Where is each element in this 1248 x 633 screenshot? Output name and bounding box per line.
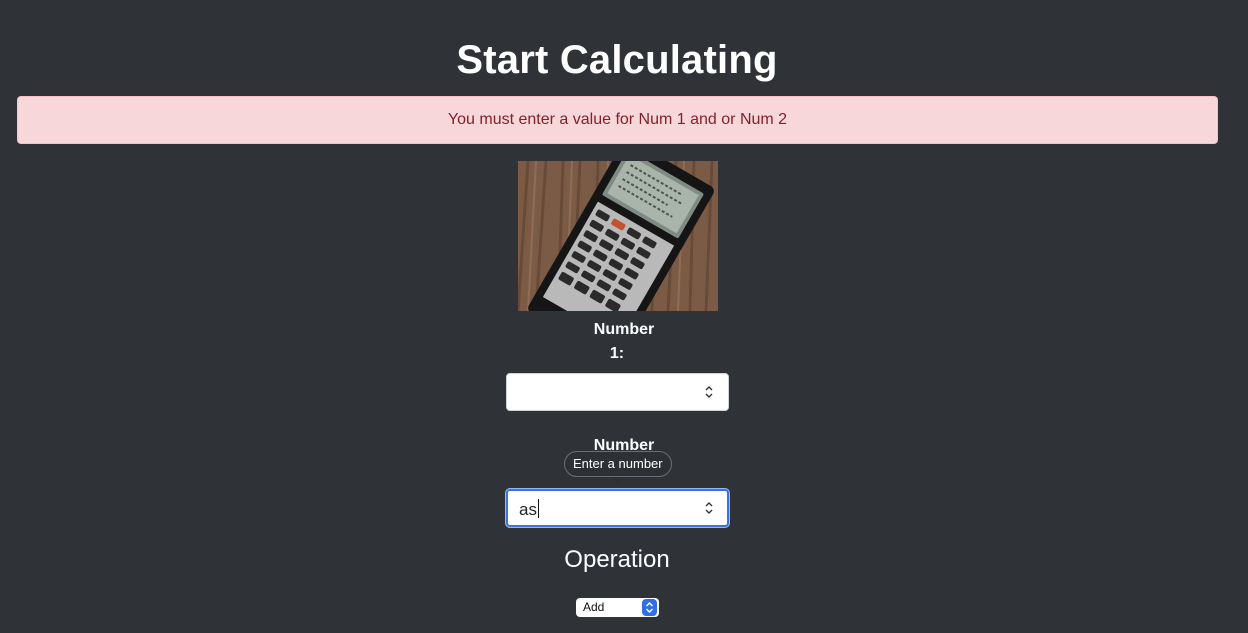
calculator-photo bbox=[518, 161, 718, 311]
spinner-arrows-icon[interactable] bbox=[703, 500, 715, 516]
num1-label-line1: Number bbox=[593, 321, 655, 338]
page-title: Start Calculating bbox=[456, 38, 778, 82]
validation-tooltip: Enter a number bbox=[564, 451, 672, 477]
operation-select[interactable]: Add bbox=[576, 598, 659, 617]
select-arrows-icon bbox=[642, 599, 657, 616]
num2-input-value: as bbox=[519, 499, 539, 520]
text-caret bbox=[537, 499, 539, 518]
num1-label-line2: 1: bbox=[609, 345, 625, 362]
num2-input[interactable]: as bbox=[506, 489, 729, 527]
calculator-page: Start Calculating You must enter a value… bbox=[0, 0, 1248, 633]
error-alert: You must enter a value for Num 1 and or … bbox=[17, 96, 1218, 144]
num2-input-text: as bbox=[519, 500, 537, 519]
calculator-illustration bbox=[518, 161, 718, 311]
operation-select-value: Add bbox=[583, 600, 605, 614]
num1-input[interactable] bbox=[506, 373, 729, 411]
error-alert-message: You must enter a value for Num 1 and or … bbox=[447, 111, 788, 128]
num1-label: Number 1: bbox=[584, 318, 664, 366]
operation-heading: Operation bbox=[564, 546, 670, 573]
spinner-arrows-icon[interactable] bbox=[703, 384, 715, 400]
tooltip-arrow bbox=[609, 476, 625, 484]
